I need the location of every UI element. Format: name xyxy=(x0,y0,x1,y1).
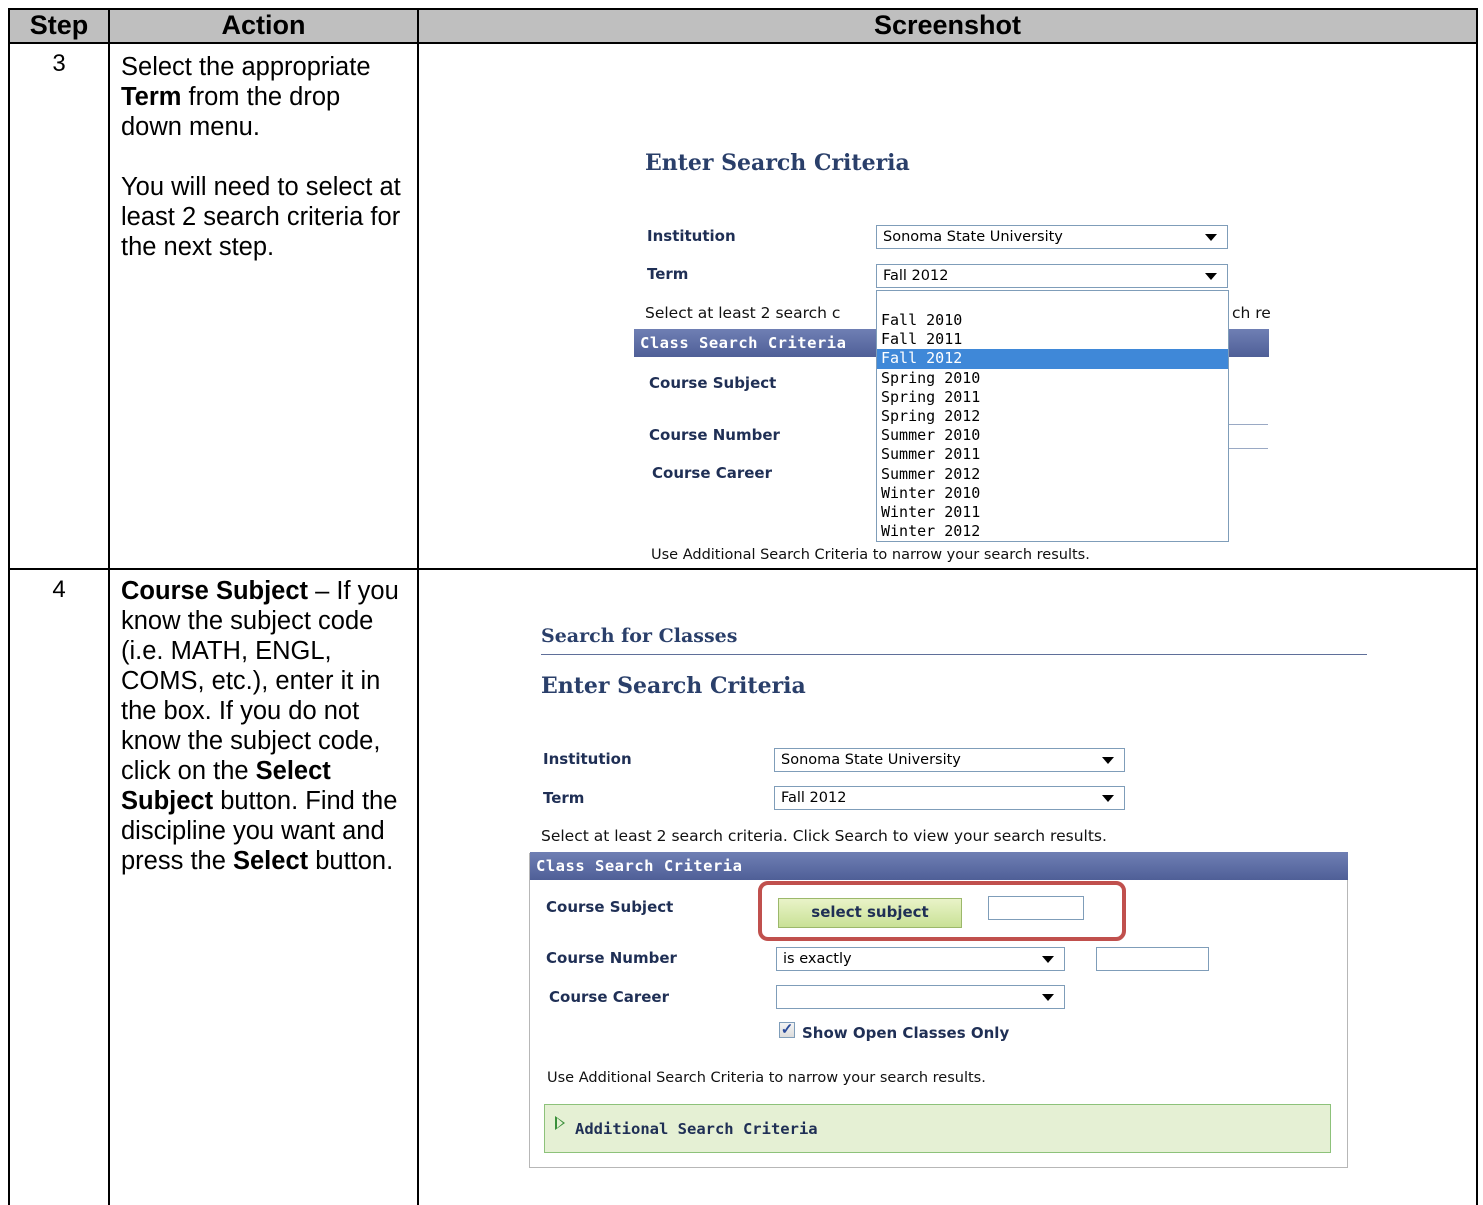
term-option[interactable]: Spring 2010 xyxy=(877,369,1228,388)
header-action: Action xyxy=(110,9,417,42)
header-screenshot: Screenshot xyxy=(419,9,1476,42)
table-top-border xyxy=(8,8,1478,10)
term-select[interactable]: Fall 2012 xyxy=(876,264,1228,288)
instruction-text: Select at least 2 search criteria. Click… xyxy=(541,827,1107,845)
expand-triangle-icon[interactable] xyxy=(555,1116,565,1130)
class-search-criteria-bar: Class Search Criteria xyxy=(530,852,1348,880)
step-number: 4 xyxy=(52,576,66,603)
instruction-text: ch re xyxy=(1232,304,1271,322)
action-text: Course Subject – If you know the subject… xyxy=(121,576,406,876)
action-paragraph: Course Subject – If you know the subject… xyxy=(121,577,399,875)
term-option[interactable]: Spring 2011 xyxy=(877,388,1228,407)
show-open-classes-label: Show Open Classes Only xyxy=(802,1024,1010,1042)
term-option[interactable]: Fall 2010 xyxy=(877,311,1228,330)
bottom-note: Use Additional Search Criteria to narrow… xyxy=(651,547,1090,563)
page-title: Search for Classes xyxy=(541,625,738,647)
column-divider-2 xyxy=(417,8,419,1205)
course-career-label: Course Career xyxy=(652,464,772,482)
term-option[interactable]: Winter 2011 xyxy=(877,503,1228,522)
page-title: Enter Search Criteria xyxy=(645,150,910,176)
header-step: Step xyxy=(10,9,108,42)
term-option[interactable]: Winter 2010 xyxy=(877,484,1228,503)
bottom-note: Use Additional Search Criteria to narrow… xyxy=(547,1070,986,1086)
section-heading: Enter Search Criteria xyxy=(541,673,806,699)
chevron-down-icon xyxy=(1102,795,1114,802)
input-edge xyxy=(1228,448,1268,449)
institution-label: Institution xyxy=(647,227,736,245)
term-option[interactable]: Summer 2010 xyxy=(877,426,1228,445)
chevron-down-icon xyxy=(1042,956,1054,963)
institution-label: Institution xyxy=(543,750,632,768)
action-text: Select the appropriate Term from the dro… xyxy=(121,52,406,262)
table-left-border xyxy=(8,8,10,1205)
term-option-selected[interactable]: Fall 2012 xyxy=(877,349,1228,369)
institution-select[interactable]: Sonoma State University xyxy=(774,748,1125,772)
step-number: 3 xyxy=(52,50,66,77)
term-dropdown-list[interactable]: Fall 2010 Fall 2011 Fall 2012 Spring 201… xyxy=(876,290,1229,542)
term-option[interactable]: Fall 2011 xyxy=(877,330,1228,349)
row-separator xyxy=(8,568,1478,570)
action-paragraph: Select the appropriate Term from the dro… xyxy=(121,53,371,141)
chevron-down-icon xyxy=(1102,757,1114,764)
column-divider-1 xyxy=(108,8,110,1205)
show-open-classes-checkbox[interactable]: ✓ xyxy=(779,1022,795,1038)
title-underline xyxy=(541,654,1367,655)
institution-select[interactable]: Sonoma State University xyxy=(876,225,1228,249)
chevron-down-icon xyxy=(1205,273,1217,280)
course-number-label: Course Number xyxy=(546,949,677,967)
term-select[interactable]: Fall 2012 xyxy=(774,786,1125,810)
additional-search-criteria-label[interactable]: Additional Search Criteria xyxy=(575,1120,818,1138)
chevron-down-icon xyxy=(1205,234,1217,241)
course-number-label: Course Number xyxy=(649,426,780,444)
input-edge xyxy=(1228,424,1268,425)
term-label: Term xyxy=(543,789,585,807)
additional-search-criteria-panel[interactable]: Additional Search Criteria xyxy=(544,1104,1331,1153)
term-label: Term xyxy=(647,265,689,283)
course-number-input[interactable] xyxy=(1096,947,1209,971)
term-option[interactable]: Summer 2012 xyxy=(877,465,1228,484)
table-right-border xyxy=(1476,8,1478,1205)
course-career-select[interactable] xyxy=(776,985,1065,1009)
highlight-box xyxy=(758,881,1126,941)
course-subject-label: Course Subject xyxy=(649,374,777,392)
term-option[interactable]: Winter 2012 xyxy=(877,522,1228,541)
course-subject-label: Course Subject xyxy=(546,898,674,916)
course-career-label: Course Career xyxy=(549,988,669,1006)
course-number-operator-select[interactable]: is exactly xyxy=(776,947,1065,971)
header-bottom-border xyxy=(8,42,1478,44)
instruction-text: Select at least 2 search c xyxy=(645,304,841,322)
chevron-down-icon xyxy=(1042,994,1054,1001)
term-option[interactable]: Spring 2012 xyxy=(877,407,1228,426)
term-option[interactable]: Summer 2011 xyxy=(877,445,1228,464)
action-paragraph: You will need to select at least 2 searc… xyxy=(121,173,401,261)
